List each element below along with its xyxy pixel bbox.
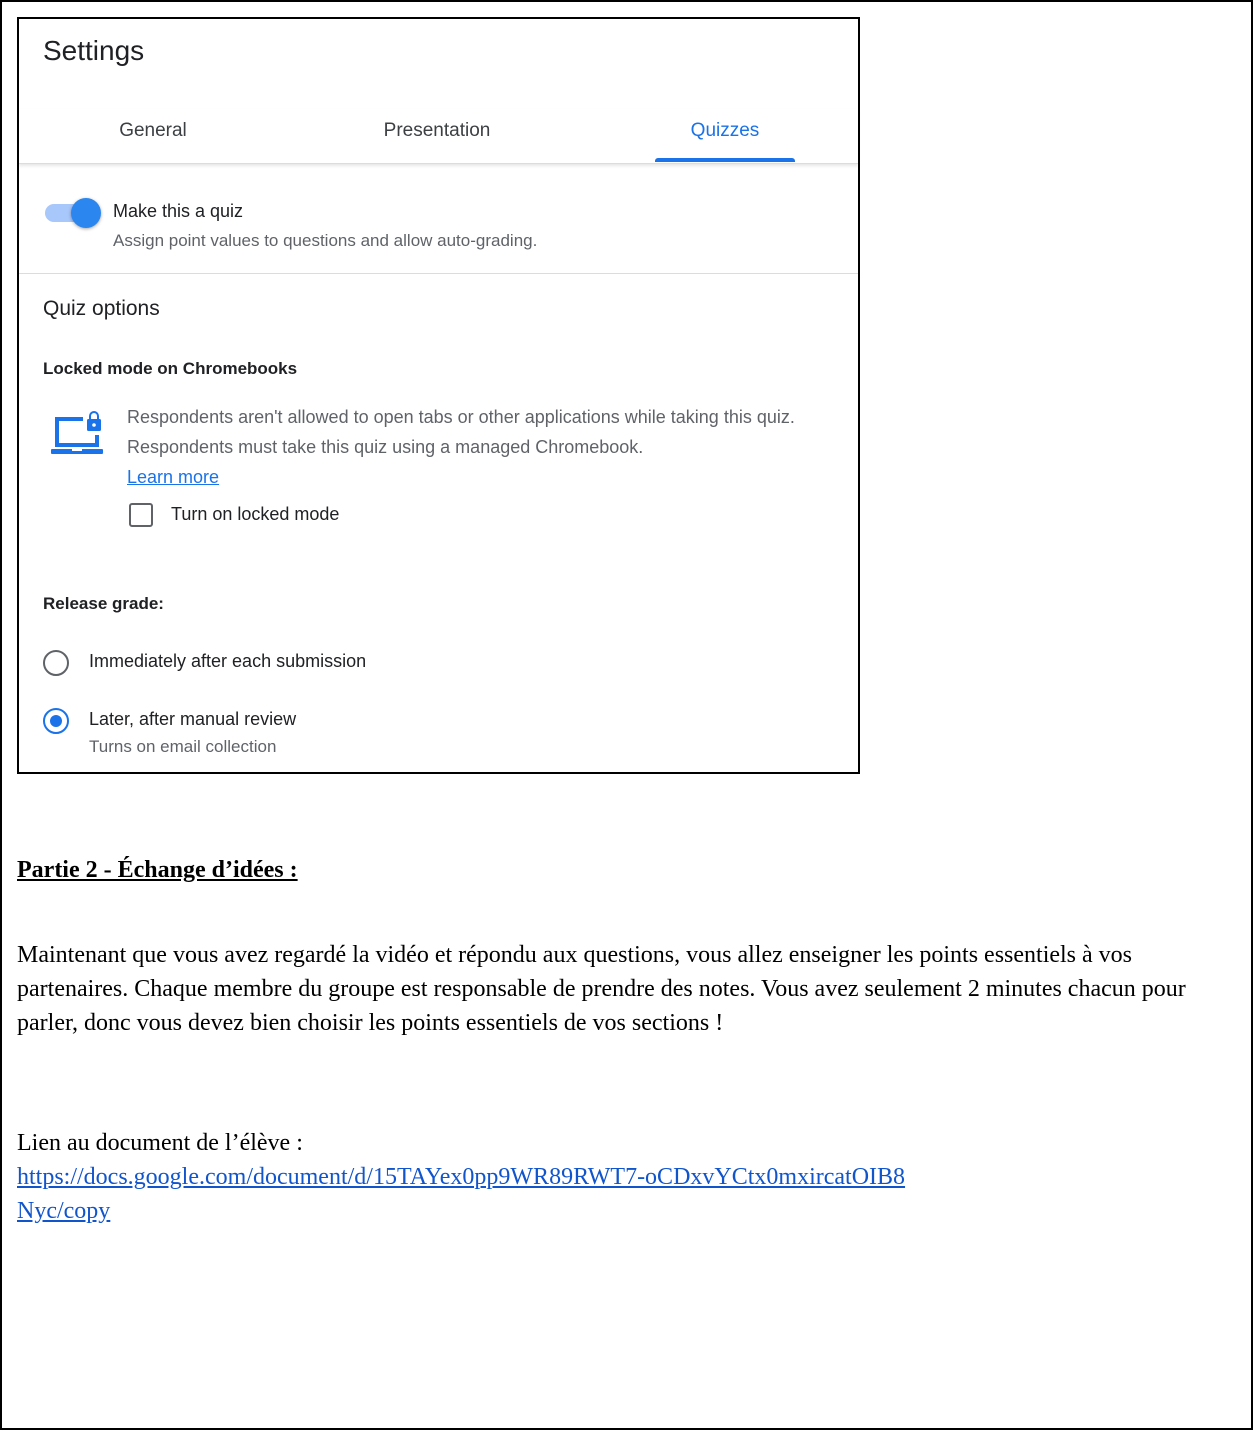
quiz-options-heading: Quiz options	[43, 297, 160, 320]
tab-presentation[interactable]: Presentation	[337, 109, 537, 163]
make-quiz-description: Assign point values to questions and all…	[113, 231, 538, 250]
learn-more-link[interactable]: Learn more	[127, 467, 219, 487]
release-grade-heading: Release grade:	[43, 594, 164, 613]
locked-mode-description-text: Respondents aren't allowed to open tabs …	[127, 407, 795, 457]
make-quiz-row: Make this a quiz Assign point values to …	[19, 187, 858, 274]
radio-later-sublabel: Turns on email collection	[89, 737, 277, 756]
settings-title: Settings	[43, 35, 145, 66]
radio-selected-dot	[50, 715, 62, 727]
settings-tabs: General Presentation Quizzes	[19, 109, 858, 164]
student-doc-label: Lien au document de l’élève :	[17, 1130, 303, 1156]
radio-later-label: Later, after manual review	[89, 709, 297, 729]
radio-immediately[interactable]	[43, 650, 69, 676]
radio-later[interactable]	[43, 708, 69, 734]
locked-mode-description: Respondents aren't allowed to open tabs …	[127, 402, 827, 492]
chromebook-lock-icon	[51, 411, 103, 454]
locked-mode-checkbox-label: Turn on locked mode	[171, 504, 340, 524]
locked-mode-checkbox[interactable]	[129, 503, 153, 527]
toggle-thumb	[71, 198, 101, 228]
make-quiz-label: Make this a quiz	[113, 201, 244, 221]
radio-immediately-label: Immediately after each submission	[89, 651, 367, 671]
instructions-paragraph: Maintenant que vous avez regardé la vidé…	[17, 942, 1186, 1036]
locked-mode-heading: Locked mode on Chromebooks	[43, 359, 298, 378]
part-heading: Partie 2 - Échange d’idées :	[17, 857, 298, 883]
active-tab-indicator	[655, 158, 795, 162]
tab-quizzes[interactable]: Quizzes	[655, 109, 795, 163]
student-doc-link[interactable]: https://docs.google.com/document/d/15TAY…	[17, 1160, 917, 1228]
tab-general[interactable]: General	[53, 109, 253, 163]
settings-panel: Settings General Presentation Quizzes Ma…	[17, 17, 860, 774]
